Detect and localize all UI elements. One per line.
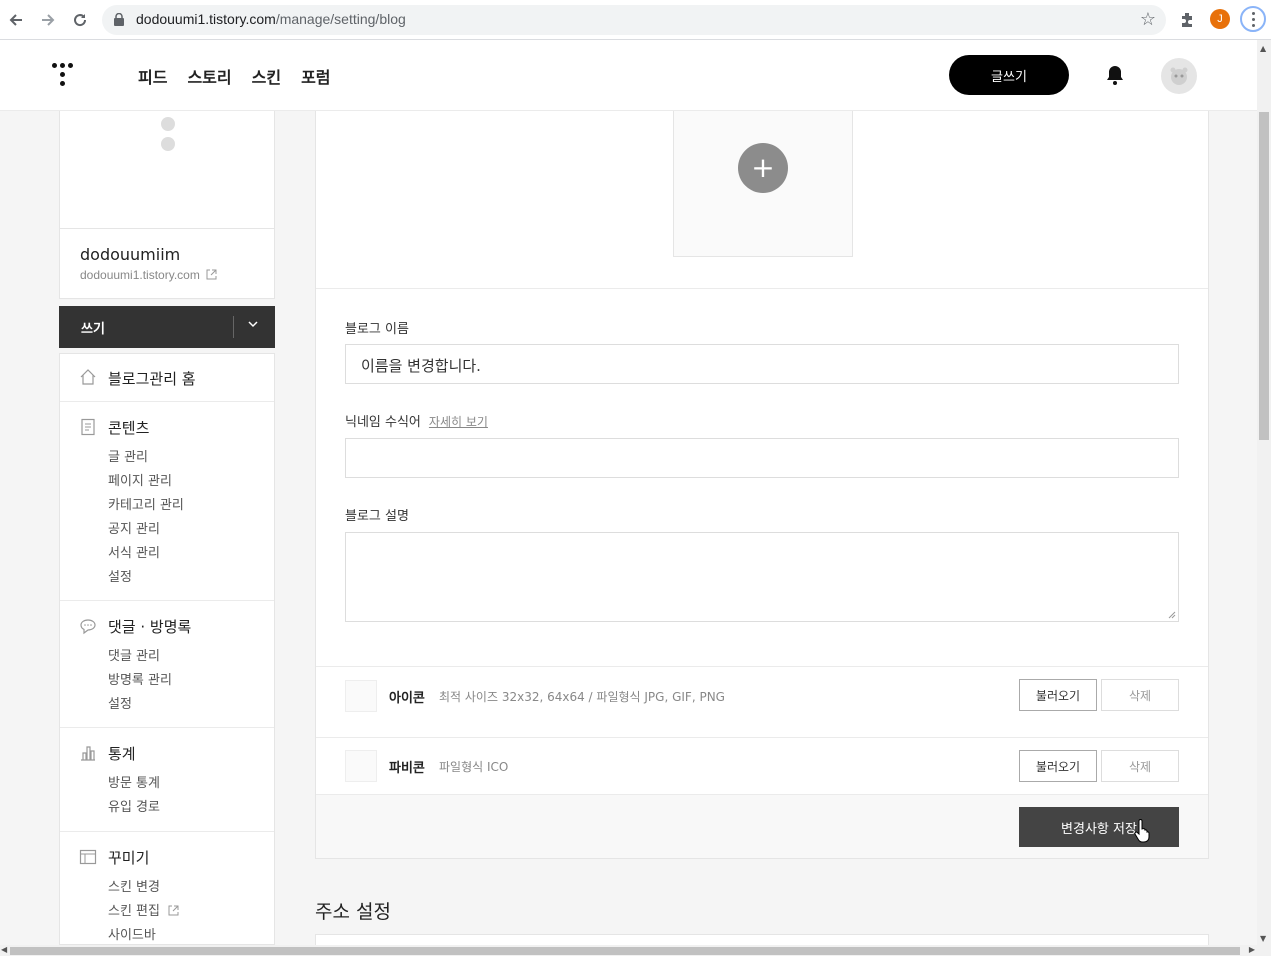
browser-menu-icon[interactable] [1240, 6, 1266, 32]
extensions-icon[interactable] [1178, 10, 1198, 30]
sidebar-item-templates[interactable]: 서식 관리 [108, 542, 160, 561]
tistory-logo-icon[interactable] [52, 60, 80, 90]
blog-name-label: 블로그 이름 [345, 322, 409, 337]
browser-toolbar: dodouumi1.tistory.com/manage/setting/blo… [0, 0, 1271, 40]
sidebar-item-posts[interactable]: 글 관리 [108, 446, 148, 465]
blog-url-link[interactable]: dodouumi1.tistory.com [80, 268, 217, 282]
blog-description-label: 블로그 설명 [345, 509, 409, 524]
address-settings-title: 주소 설정 [315, 901, 391, 923]
back-icon[interactable] [4, 8, 28, 32]
blog-info: dodouumiim dodouumi1.tistory.com [59, 229, 275, 299]
icon-load-button[interactable]: 불러오기 [1019, 679, 1097, 711]
vertical-scrollbar[interactable]: ▲ ▼ [1257, 40, 1271, 945]
favicon-delete-button[interactable]: 삭제 [1101, 750, 1179, 782]
nickname-details-link[interactable]: 자세히 보기 [429, 415, 488, 429]
chevron-down-icon[interactable] [247, 318, 259, 330]
blog-settings-panel: + 블로그 이름 이름을 변경합니다. 닉네임 수식어 자세히 보기 블로그 설명… [315, 111, 1209, 859]
nav-feed[interactable]: 피드 [138, 64, 167, 88]
sidebar-item-referrers[interactable]: 유입 경로 [108, 796, 160, 815]
horizontal-scrollbar[interactable]: ◀ ▶ [0, 945, 1271, 956]
main-nav: 피드 스토리 스킨 포럼 [138, 64, 331, 88]
resize-grip-icon[interactable] [1168, 611, 1176, 619]
scroll-down-icon[interactable]: ▼ [1260, 934, 1266, 943]
sidebar-group-comments: 댓글 · 방명록 댓글 관리 방명록 관리 설정 [60, 601, 274, 728]
blog-name-input[interactable]: 이름을 변경합니다. [345, 344, 1179, 384]
nickname-label: 닉네임 수식어 자세히 보기 [345, 415, 488, 430]
blog-image-upload[interactable]: + [673, 111, 853, 257]
reload-icon[interactable] [68, 8, 92, 32]
sidebar-item-contents-settings[interactable]: 설정 [108, 566, 132, 585]
sidebar-item-categories[interactable]: 카테고리 관리 [108, 494, 184, 513]
sidebar-item-pages[interactable]: 페이지 관리 [108, 470, 172, 489]
lock-icon [114, 13, 124, 26]
nav-forum[interactable]: 포럼 [301, 64, 330, 88]
profile-avatar[interactable]: J [1210, 9, 1230, 29]
sidebar-write-button[interactable]: 쓰기 [59, 306, 275, 348]
sidebar-item-visit-stats[interactable]: 방문 통계 [108, 772, 160, 791]
forward-icon[interactable] [36, 8, 60, 32]
bookmark-star-icon[interactable]: ☆ [1140, 9, 1156, 30]
external-link-icon [168, 905, 179, 916]
bar-chart-icon [81, 746, 95, 761]
plus-icon[interactable]: + [738, 143, 788, 193]
nav-story[interactable]: 스토리 [187, 64, 231, 88]
blog-description-textarea[interactable] [345, 532, 1179, 622]
url-text: dodouumi1.tistory.com/manage/setting/blo… [136, 11, 406, 27]
layout-icon [79, 849, 97, 865]
sidebar-item-comments[interactable]: 댓글 관리 [108, 645, 160, 664]
speech-bubble-icon [80, 619, 96, 635]
blog-profile-image-area [59, 111, 275, 229]
nav-skin[interactable]: 스킨 [252, 64, 281, 88]
address-settings-panel [315, 934, 1209, 945]
favicon-preview [345, 750, 377, 782]
sidebar-home[interactable]: 블로그관리 홈 [60, 354, 274, 402]
write-post-button[interactable]: 글쓰기 [949, 55, 1069, 95]
home-icon [80, 369, 96, 385]
bell-icon[interactable] [1104, 64, 1126, 86]
sidebar-item-guestbook[interactable]: 방명록 관리 [108, 669, 172, 688]
sidebar-item-notices[interactable]: 공지 관리 [108, 518, 160, 537]
external-link-icon [206, 269, 217, 280]
address-bar[interactable]: dodouumi1.tistory.com/manage/setting/blo… [102, 5, 1166, 35]
icon-row: 아이콘 최적 사이즈 32x32, 64x64 / 파일형식 JPG, GIF,… [316, 666, 1208, 726]
scroll-right-icon[interactable]: ▶ [1249, 945, 1255, 954]
favicon-row: 파비콘 파일형식 ICO 불러오기 삭제 [316, 737, 1208, 797]
blog-name[interactable]: dodouumiim [80, 245, 180, 264]
vertical-scroll-thumb[interactable] [1259, 112, 1269, 440]
nickname-input[interactable] [345, 438, 1179, 478]
sidebar-item-sidebar[interactable]: 사이드바 [108, 924, 156, 943]
sidebar-item-comments-settings[interactable]: 설정 [108, 693, 132, 712]
form-footer: 변경사항 저장 [316, 795, 1208, 858]
site-header: 피드 스토리 스킨 포럼 글쓰기 [0, 40, 1257, 111]
favicon-load-button[interactable]: 불러오기 [1019, 750, 1097, 782]
document-icon [81, 418, 95, 436]
user-avatar[interactable] [1161, 58, 1197, 94]
scroll-left-icon[interactable]: ◀ [1, 945, 7, 954]
horizontal-scroll-thumb[interactable] [10, 947, 1240, 955]
hand-cursor-icon [1134, 819, 1150, 843]
sidebar-group-stats: 통계 방문 통계 유입 경로 [60, 728, 274, 832]
sidebar-item-skin-change[interactable]: 스킨 변경 [108, 876, 160, 895]
sidebar-menu: 블로그관리 홈 콘텐츠 글 관리 페이지 관리 카테고리 관리 공지 관리 서식… [59, 353, 275, 945]
icon-preview [345, 680, 377, 712]
sidebar-group-design: 꾸미기 스킨 변경 스킨 편집 사이드바 [60, 832, 274, 944]
sidebar-group-contents: 콘텐츠 글 관리 페이지 관리 카테고리 관리 공지 관리 서식 관리 설정 [60, 402, 274, 601]
scroll-up-icon[interactable]: ▲ [1260, 44, 1266, 53]
save-changes-button[interactable]: 변경사항 저장 [1019, 807, 1179, 847]
sidebar-item-skin-edit[interactable]: 스킨 편집 [108, 900, 179, 919]
icon-delete-button[interactable]: 삭제 [1101, 679, 1179, 711]
